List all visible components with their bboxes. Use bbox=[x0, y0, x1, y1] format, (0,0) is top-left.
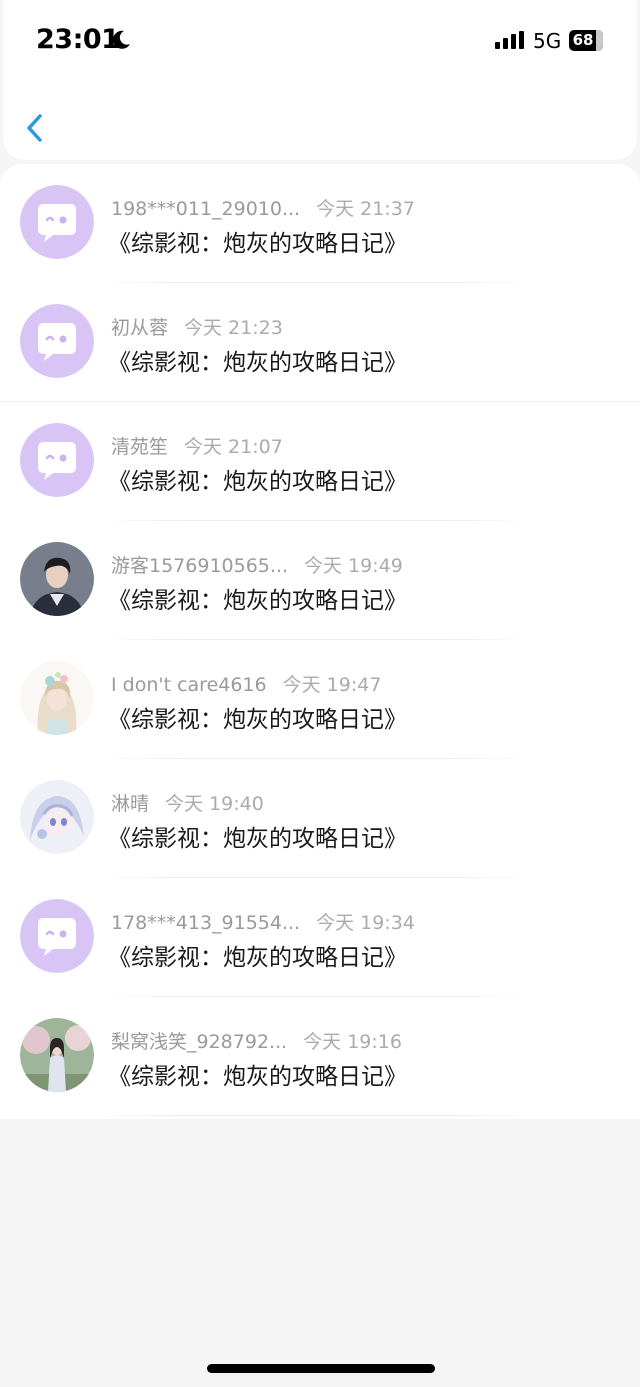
timestamp: 今天 19:40 bbox=[165, 793, 264, 815]
book-title[interactable]: 《综影视：炮灰的攻略日记》 bbox=[108, 224, 407, 258]
book-title[interactable]: 《综影视：炮灰的攻略日记》 bbox=[108, 581, 407, 615]
timestamp: 今天 19:16 bbox=[303, 1031, 402, 1053]
book-title[interactable]: 《综影视：炮灰的攻略日记》 bbox=[108, 343, 407, 377]
chat-bubble-icon bbox=[20, 185, 94, 259]
user-photo bbox=[20, 780, 94, 854]
divider bbox=[100, 1115, 530, 1116]
back-button[interactable] bbox=[20, 108, 50, 148]
list-item[interactable]: I don't care4616 今天 19:47 《综影视：炮灰的攻略日记》 bbox=[0, 640, 640, 759]
user-photo bbox=[20, 542, 94, 616]
signal-icon bbox=[495, 31, 524, 49]
book-title[interactable]: 《综影视：炮灰的攻略日记》 bbox=[108, 700, 407, 734]
battery-icon: 68 bbox=[569, 30, 603, 51]
user-photo bbox=[20, 661, 94, 735]
avatar[interactable] bbox=[20, 780, 94, 854]
list-item[interactable]: 初从蓉 今天 21:23 《综影视：炮灰的攻略日记》 bbox=[0, 283, 640, 402]
username: I don't care4616 bbox=[111, 674, 267, 696]
chat-bubble-icon bbox=[20, 304, 94, 378]
timestamp: 今天 21:37 bbox=[316, 198, 415, 220]
avatar[interactable] bbox=[20, 1018, 94, 1092]
book-title[interactable]: 《综影视：炮灰的攻略日记》 bbox=[108, 462, 407, 496]
status-time: 23:01 bbox=[36, 24, 120, 55]
list-item[interactable]: 清苑笙 今天 21:07 《综影视：炮灰的攻略日记》 bbox=[0, 402, 640, 521]
list-item[interactable]: 178***413_91554... 今天 19:34 《综影视：炮灰的攻略日记》 bbox=[0, 878, 640, 997]
username: 初从蓉 bbox=[111, 317, 169, 339]
chat-bubble-icon bbox=[20, 423, 94, 497]
home-indicator[interactable] bbox=[207, 1364, 435, 1373]
book-title[interactable]: 《综影视：炮灰的攻略日记》 bbox=[108, 1057, 407, 1091]
avatar[interactable] bbox=[20, 185, 94, 259]
timestamp: 今天 21:23 bbox=[184, 317, 283, 339]
avatar[interactable] bbox=[20, 423, 94, 497]
list-item[interactable]: 淋晴 今天 19:40 《综影视：炮灰的攻略日记》 bbox=[0, 759, 640, 878]
moon-icon bbox=[113, 30, 130, 49]
avatar[interactable] bbox=[20, 542, 94, 616]
username: 游客1576910565... bbox=[111, 555, 289, 577]
network-type: 5G bbox=[533, 29, 562, 53]
avatar[interactable] bbox=[20, 899, 94, 973]
list-item[interactable]: 198***011_29010... 今天 21:37 《综影视：炮灰的攻略日记》 bbox=[0, 164, 640, 283]
username: 清苑笙 bbox=[111, 436, 169, 458]
list-item[interactable]: 游客1576910565... 今天 19:49 《综影视：炮灰的攻略日记》 bbox=[0, 521, 640, 640]
username: 淋晴 bbox=[111, 793, 150, 815]
chat-bubble-icon bbox=[20, 899, 94, 973]
avatar[interactable] bbox=[20, 304, 94, 378]
timestamp: 今天 19:49 bbox=[304, 555, 403, 577]
username: 梨窝浅笑_928792... bbox=[111, 1031, 288, 1053]
message-list: 198***011_29010... 今天 21:37 《综影视：炮灰的攻略日记》… bbox=[0, 164, 640, 1119]
username: 198***011_29010... bbox=[111, 198, 301, 220]
timestamp: 今天 19:34 bbox=[316, 912, 415, 934]
avatar[interactable] bbox=[20, 661, 94, 735]
list-item[interactable]: 梨窝浅笑_928792... 今天 19:16 《综影视：炮灰的攻略日记》 bbox=[0, 997, 640, 1116]
book-title[interactable]: 《综影视：炮灰的攻略日记》 bbox=[108, 819, 407, 853]
book-title[interactable]: 《综影视：炮灰的攻略日记》 bbox=[108, 938, 407, 972]
battery-level: 68 bbox=[572, 31, 594, 49]
timestamp: 今天 19:47 bbox=[282, 674, 382, 696]
username: 178***413_91554... bbox=[111, 912, 301, 934]
timestamp: 今天 21:07 bbox=[184, 436, 283, 458]
user-photo bbox=[20, 1018, 94, 1092]
